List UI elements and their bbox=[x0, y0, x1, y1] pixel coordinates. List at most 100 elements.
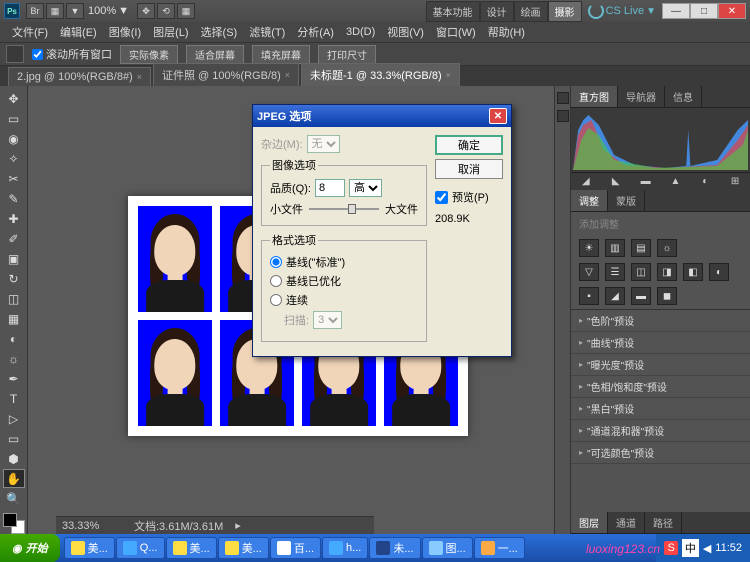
history-brush-tool[interactable]: ↻ bbox=[3, 270, 25, 289]
heal-tool[interactable]: ✚ bbox=[3, 210, 25, 229]
ok-button[interactable]: 确定 bbox=[435, 135, 503, 155]
zoom-tool[interactable]: 🔍 bbox=[3, 489, 25, 508]
path-tool[interactable]: ▷ bbox=[3, 410, 25, 429]
preset-channel-mixer[interactable]: "通道混和器"预设 bbox=[571, 420, 750, 442]
eyedropper-tool[interactable]: ✎ bbox=[3, 190, 25, 209]
hand-tool[interactable]: ✋ bbox=[3, 469, 25, 488]
color-swatches[interactable] bbox=[3, 513, 25, 534]
histogram-icon[interactable]: ◐ bbox=[697, 175, 713, 189]
wand-tool[interactable]: ✧ bbox=[3, 150, 25, 169]
posterize-icon[interactable]: ◢ bbox=[605, 287, 625, 305]
hue-icon[interactable]: ☰ bbox=[605, 263, 625, 281]
tool-preset-icon[interactable] bbox=[6, 45, 24, 63]
levels-icon[interactable]: ▥ bbox=[605, 239, 625, 257]
mini-bridge-icon[interactable]: ▦ bbox=[46, 3, 64, 19]
taskbar-item[interactable]: 一... bbox=[474, 537, 525, 559]
minimize-button[interactable]: — bbox=[662, 3, 690, 19]
menu-view[interactable]: 视图(V) bbox=[381, 22, 430, 42]
move-tool[interactable]: ✥ bbox=[3, 90, 25, 109]
eraser-tool[interactable]: ◫ bbox=[3, 290, 25, 309]
invert-icon[interactable]: ▪ bbox=[579, 287, 599, 305]
menu-3d[interactable]: 3D(D) bbox=[340, 24, 381, 40]
arrange-icon[interactable]: ▼ bbox=[66, 3, 84, 19]
close-icon[interactable]: × bbox=[446, 70, 451, 80]
workspace-essentials[interactable]: 基本功能 bbox=[426, 1, 480, 22]
bridge-icon[interactable]: Br bbox=[26, 3, 44, 19]
taskbar-item[interactable]: 未... bbox=[369, 537, 420, 559]
blur-tool[interactable]: ◐ bbox=[3, 330, 25, 349]
taskbar-item[interactable]: 百... bbox=[270, 537, 321, 559]
brightness-icon[interactable]: ☀ bbox=[579, 239, 599, 257]
system-tray[interactable]: S 中 ◀ 11:52 bbox=[656, 534, 750, 562]
tray-arrow-icon[interactable]: ◀ bbox=[703, 542, 711, 555]
menu-file[interactable]: 文件(F) bbox=[6, 22, 54, 42]
menu-window[interactable]: 窗口(W) bbox=[430, 22, 482, 42]
tray-icon[interactable]: S bbox=[664, 541, 677, 555]
preset-selective-color[interactable]: "可选颜色"预设 bbox=[571, 442, 750, 464]
tab-masks[interactable]: 蒙版 bbox=[608, 190, 645, 211]
bw-icon[interactable]: ◨ bbox=[657, 263, 677, 281]
doc-tab-1[interactable]: 证件照 @ 100%(RGB/8)× bbox=[153, 63, 299, 86]
taskbar-item[interactable]: Q... bbox=[116, 537, 165, 559]
marquee-tool[interactable]: ▭ bbox=[3, 110, 25, 129]
taskbar-item[interactable]: 美... bbox=[166, 537, 217, 559]
vibrance-icon[interactable]: ▽ bbox=[579, 263, 599, 281]
quality-slider[interactable] bbox=[309, 202, 379, 216]
collapsed-panel-icon[interactable] bbox=[557, 92, 569, 104]
gradient-tool[interactable]: ▦ bbox=[3, 310, 25, 329]
menu-layer[interactable]: 图层(L) bbox=[147, 22, 194, 42]
lasso-tool[interactable]: ◉ bbox=[3, 130, 25, 149]
curves-icon[interactable]: ▤ bbox=[631, 239, 651, 257]
doc-tab-0[interactable]: 2.jpg @ 100%(RGB/8#)× bbox=[8, 67, 151, 86]
start-button[interactable]: ◉开始 bbox=[0, 534, 60, 562]
quality-input[interactable] bbox=[315, 179, 345, 197]
menu-image[interactable]: 图像(I) bbox=[103, 22, 147, 42]
print-size-button[interactable]: 打印尺寸 bbox=[318, 45, 376, 64]
fit-screen-button[interactable]: 适合屏幕 bbox=[186, 45, 244, 64]
histogram-icon[interactable]: ◢ bbox=[578, 175, 594, 189]
photo-filter-icon[interactable]: ◧ bbox=[683, 263, 703, 281]
zoom-value[interactable]: 33.33% bbox=[62, 520, 122, 532]
hand-icon[interactable]: ✥ bbox=[137, 3, 155, 19]
tab-histogram[interactable]: 直方图 bbox=[571, 86, 618, 107]
close-button[interactable]: ✕ bbox=[718, 3, 746, 19]
menu-select[interactable]: 选择(S) bbox=[195, 22, 244, 42]
fill-screen-button[interactable]: 填充屏幕 bbox=[252, 45, 310, 64]
doc-tab-2[interactable]: 未标题-1 @ 33.3%(RGB/8)× bbox=[301, 63, 460, 86]
histogram-icon[interactable]: ◣ bbox=[608, 175, 624, 189]
preset-bw[interactable]: "黑白"预设 bbox=[571, 398, 750, 420]
progressive-radio[interactable]: 连续 bbox=[270, 292, 418, 308]
tab-channels[interactable]: 通道 bbox=[608, 512, 645, 533]
channel-mixer-icon[interactable]: ◐ bbox=[709, 263, 729, 281]
taskbar-item[interactable]: 美... bbox=[218, 537, 269, 559]
maximize-button[interactable]: □ bbox=[690, 3, 718, 19]
cs-live-button[interactable]: CS Live ▼ bbox=[588, 3, 656, 19]
histogram-icon[interactable]: ▲ bbox=[667, 175, 683, 189]
tab-info[interactable]: 信息 bbox=[665, 86, 702, 107]
histogram-icon[interactable]: ▬ bbox=[638, 175, 654, 189]
baseline-optimized-radio[interactable]: 基线已优化 bbox=[270, 273, 418, 289]
taskbar-item[interactable]: 美... bbox=[64, 537, 115, 559]
color-balance-icon[interactable]: ◫ bbox=[631, 263, 651, 281]
preset-hue[interactable]: "色相/饱和度"预设 bbox=[571, 376, 750, 398]
threshold-icon[interactable]: ▬ bbox=[631, 287, 651, 305]
dialog-close-button[interactable]: ✕ bbox=[489, 108, 507, 124]
selective-color-icon[interactable]: ◼ bbox=[657, 287, 677, 305]
preset-levels[interactable]: "色阶"预设 bbox=[571, 310, 750, 332]
quality-preset-select[interactable]: 高 bbox=[349, 179, 382, 197]
dialog-titlebar[interactable]: JPEG 选项 ✕ bbox=[253, 105, 511, 127]
taskbar-item[interactable]: h... bbox=[322, 537, 368, 559]
menu-analysis[interactable]: 分析(A) bbox=[291, 22, 340, 42]
brush-tool[interactable]: ✐ bbox=[3, 230, 25, 249]
tab-paths[interactable]: 路径 bbox=[645, 512, 682, 533]
scroll-all-windows-checkbox[interactable]: 滚动所有窗口 bbox=[32, 46, 112, 62]
exposure-icon[interactable]: ☼ bbox=[657, 239, 677, 257]
3d-tool[interactable]: ⬢ bbox=[3, 449, 25, 468]
zoom-display[interactable]: 100%▼ bbox=[88, 5, 131, 17]
cancel-button[interactable]: 取消 bbox=[435, 159, 503, 179]
close-icon[interactable]: × bbox=[137, 72, 142, 82]
workspace-painting[interactable]: 绘画 bbox=[514, 1, 548, 22]
preview-checkbox[interactable]: 预览(P) bbox=[435, 189, 503, 205]
baseline-radio[interactable]: 基线("标准") bbox=[270, 254, 418, 270]
dodge-tool[interactable]: ☼ bbox=[3, 350, 25, 369]
